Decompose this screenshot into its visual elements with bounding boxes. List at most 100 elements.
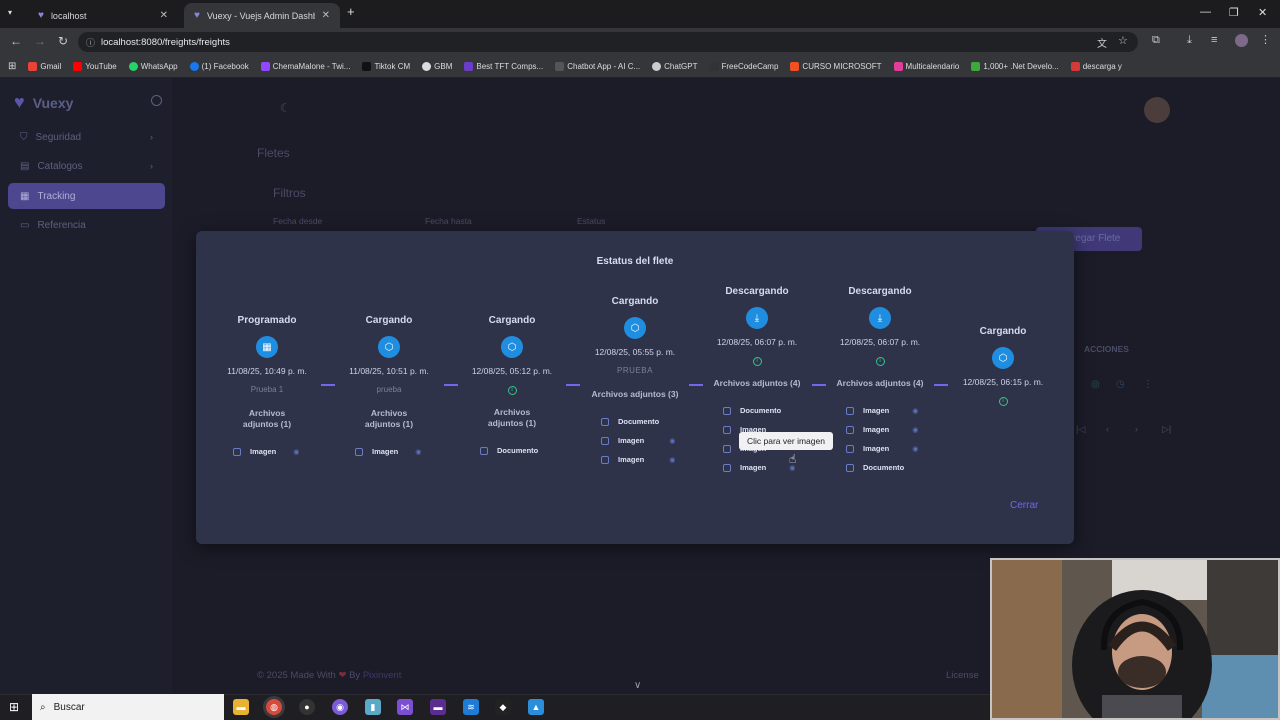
- attachment-item[interactable]: Imagen ◉: [333, 442, 445, 461]
- bookmark-descarga[interactable]: descarga y: [1070, 62, 1122, 72]
- sidebar-item-referencia[interactable]: ▭ Referencia: [8, 212, 165, 238]
- bookmark-tiktok[interactable]: Tiktok CM: [362, 62, 410, 72]
- media-icon[interactable]: ≡: [1211, 34, 1217, 46]
- image-icon: [846, 444, 854, 453]
- bookmark-twitch[interactable]: ChemaMalone - Twi...: [260, 62, 350, 72]
- app-icon-black[interactable]: ◆: [495, 699, 511, 715]
- back-icon[interactable]: ←: [10, 34, 22, 48]
- sidebar-item-seguridad[interactable]: ⛉ Seguridad ›: [8, 124, 165, 150]
- view-icon[interactable]: ◉: [669, 456, 675, 464]
- app-icon-purple[interactable]: ◉: [332, 699, 348, 715]
- attachment-item[interactable]: Imagen ◉: [824, 439, 936, 458]
- pagination-last-icon[interactable]: ▷|: [1162, 424, 1171, 435]
- brand-logo[interactable]: ♥ Vuexy: [14, 92, 73, 113]
- extensions-icon[interactable]: ⧉: [1152, 34, 1160, 47]
- history-icon[interactable]: ◷: [1116, 379, 1125, 390]
- info-icon[interactable]: i: [875, 357, 885, 366]
- reload-icon[interactable]: ↻: [58, 34, 68, 48]
- step-status: Cargando: [365, 315, 413, 326]
- close-window-icon[interactable]: ✕: [1258, 6, 1267, 19]
- pagination-next-icon[interactable]: ›: [1135, 424, 1138, 434]
- download-icon[interactable]: ⤓: [1187, 34, 1192, 47]
- bookmark-tft[interactable]: Best TFT Comps...: [464, 62, 543, 72]
- app-icon-sky[interactable]: ▲: [528, 699, 544, 715]
- minimize-icon[interactable]: —: [1200, 6, 1211, 18]
- image-icon: [723, 444, 731, 453]
- attachment-item[interactable]: Imagen ◉: [211, 442, 323, 461]
- chrome-icon[interactable]: ◍: [266, 699, 282, 715]
- location-icon[interactable]: ◎: [1091, 379, 1100, 390]
- close-tab-icon[interactable]: ✕: [160, 10, 168, 21]
- tab-localhost[interactable]: ♥ localhost ✕: [28, 3, 178, 28]
- freight-status-modal: Estatus del flete Programado ▦ 11/08/25,…: [196, 231, 1074, 544]
- step-date: 11/08/25, 10:49 p. m.: [227, 366, 307, 376]
- theme-toggle-icon[interactable]: ☾: [280, 101, 291, 115]
- visual-studio-icon[interactable]: ⋈: [397, 699, 413, 715]
- close-button[interactable]: Cerrar: [1010, 500, 1038, 511]
- tab-search-icon[interactable]: ▾: [8, 8, 12, 17]
- new-tab-icon[interactable]: +: [347, 4, 355, 19]
- info-icon[interactable]: i: [998, 397, 1008, 406]
- view-icon[interactable]: ◉: [415, 448, 421, 456]
- document-icon: [480, 446, 488, 455]
- chevron-down-icon[interactable]: ∨: [634, 680, 641, 691]
- file-explorer-icon[interactable]: ▬: [233, 699, 249, 715]
- app-icon-dark[interactable]: ▬: [430, 699, 446, 715]
- footer-license-link[interactable]: License: [946, 670, 979, 681]
- attachment-item[interactable]: Imagen ◉: [579, 450, 691, 469]
- windows-start-icon[interactable]: ⊞: [9, 700, 19, 714]
- bookmark-microsoft[interactable]: CURSO MICROSOFT: [790, 62, 882, 72]
- step-date: 11/08/25, 10:51 p. m.: [349, 366, 429, 376]
- taskbar-search[interactable]: ⌕ Buscar: [32, 694, 224, 720]
- forward-icon[interactable]: →: [34, 34, 46, 48]
- bookmark-whatsapp[interactable]: WhatsApp: [128, 62, 178, 72]
- bookmark-chatbot[interactable]: Chatbot App - AI C...: [555, 62, 640, 72]
- view-icon[interactable]: ◉: [912, 407, 918, 415]
- sidebar-item-tracking[interactable]: ▦ Tracking: [8, 183, 165, 209]
- footer-brand-link[interactable]: Pixinvent: [363, 670, 402, 681]
- apps-grid-icon[interactable]: ⊞: [8, 61, 16, 72]
- pagination-first-icon[interactable]: |◁: [1076, 424, 1085, 435]
- bookmark-freecodecamp[interactable]: FreeCodeCamp: [709, 62, 778, 72]
- bookmark-chatgpt[interactable]: ChatGPT: [652, 62, 698, 72]
- view-icon[interactable]: ◉: [669, 437, 675, 445]
- view-icon[interactable]: ◉: [912, 426, 918, 434]
- info-icon[interactable]: i: [752, 357, 762, 366]
- bookmark-multicalendario[interactable]: Multicalendario: [893, 62, 959, 72]
- site-info-icon[interactable]: ⓘ: [86, 36, 95, 49]
- attachment-item[interactable]: Imagen ◉: [824, 401, 936, 420]
- translate-icon[interactable]: 文: [1097, 35, 1107, 50]
- profile-avatar[interactable]: [1235, 34, 1248, 47]
- filter-label-fecha-hasta: Fecha hasta: [425, 216, 472, 226]
- attachment-item[interactable]: Documento: [456, 441, 568, 460]
- bookmark-gmail[interactable]: Gmail: [28, 62, 61, 72]
- row-menu-icon[interactable]: ⋮: [1143, 379, 1153, 390]
- view-icon[interactable]: ◉: [912, 445, 918, 453]
- bookmark-facebook[interactable]: (1) Facebook: [189, 62, 249, 72]
- pagination-prev-icon[interactable]: ‹: [1106, 424, 1109, 434]
- attachment-item[interactable]: Documento: [701, 401, 813, 420]
- attachment-item[interactable]: Imagen ◉: [579, 431, 691, 450]
- bookmark-gbm[interactable]: GBM: [422, 62, 452, 72]
- attachment-item[interactable]: Imagen ◉: [824, 420, 936, 439]
- sidebar-item-catalogos[interactable]: ▤ Catalogos ›: [8, 153, 165, 179]
- menu-kebab-icon[interactable]: ⋮: [1260, 33, 1271, 46]
- user-avatar[interactable]: [1144, 97, 1170, 123]
- view-icon[interactable]: ◉: [293, 448, 299, 456]
- github-icon[interactable]: ●: [299, 699, 315, 715]
- bookmark-youtube[interactable]: YouTube: [73, 62, 117, 72]
- url-field[interactable]: ⓘ localhost:8080/freights/freights: [78, 32, 1138, 52]
- app-icon-notes[interactable]: ▮: [365, 699, 381, 715]
- tab-vuexy[interactable]: ♥ Vuexy - Vuejs Admin Dashboar ✕: [184, 3, 340, 28]
- bookmark-star-icon[interactable]: ☆: [1118, 34, 1128, 47]
- bookmark-net[interactable]: 1,000+ .Net Develo...: [971, 62, 1059, 72]
- image-icon: [846, 406, 854, 415]
- app-icon-blue[interactable]: ≋: [463, 699, 479, 715]
- mouse-cursor-icon: ☝: [789, 452, 797, 466]
- attachment-item[interactable]: Documento: [824, 458, 936, 477]
- info-icon[interactable]: i: [507, 386, 517, 395]
- close-tab-icon[interactable]: ✕: [322, 10, 330, 21]
- attachment-item[interactable]: Documento: [579, 412, 691, 431]
- restore-icon[interactable]: ❐: [1229, 6, 1239, 19]
- collapse-sidebar-icon[interactable]: [151, 95, 162, 106]
